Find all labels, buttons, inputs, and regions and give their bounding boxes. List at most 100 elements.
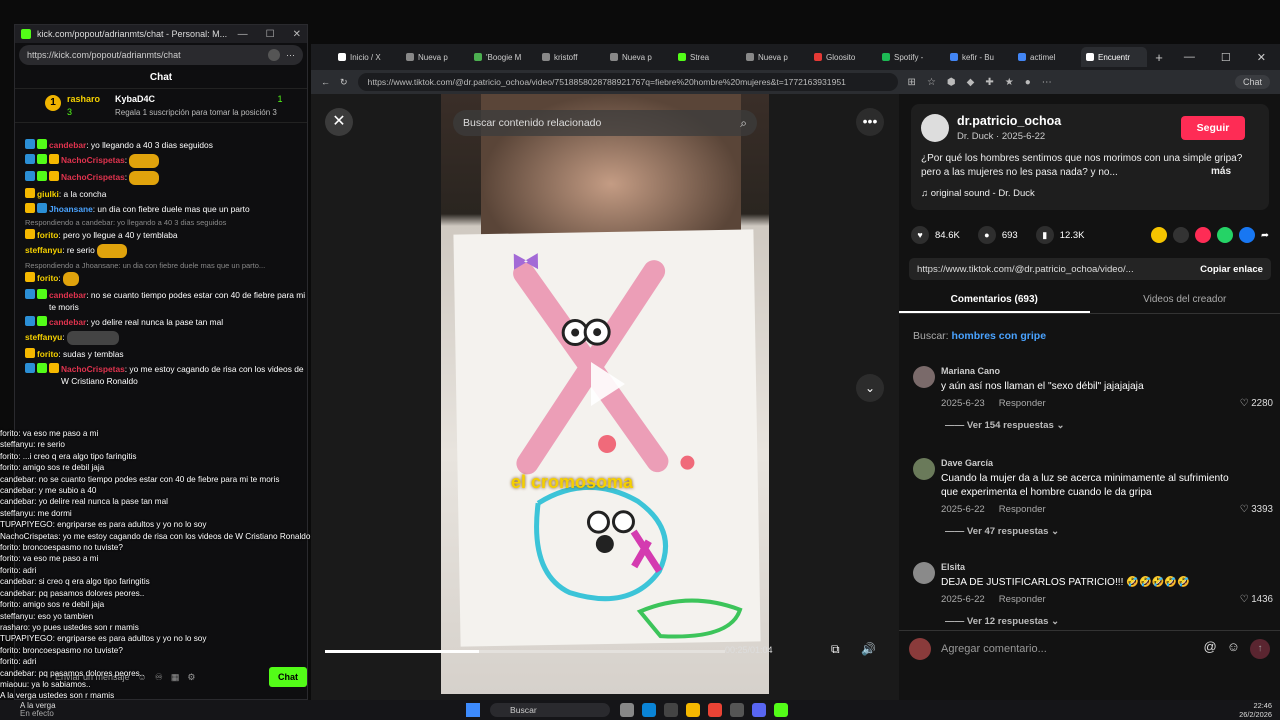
comment-icon[interactable]: ● — [977, 226, 996, 244]
coin-share-icon[interactable] — [1151, 227, 1168, 243]
browser-tab[interactable]: kristoff — [537, 47, 603, 67]
chat-username[interactable]: forito — [37, 273, 58, 283]
chat-username[interactable]: forito — [37, 230, 58, 240]
maximize-icon[interactable]: ☐ — [1221, 51, 1231, 64]
block-icon[interactable] — [268, 49, 280, 61]
volume-icon[interactable]: 🔊 — [861, 642, 876, 656]
obs-icon[interactable] — [730, 703, 744, 717]
new-tab-icon[interactable]: + — [1149, 50, 1169, 65]
like-icon[interactable]: ♥ — [911, 226, 929, 244]
chat-username[interactable]: giulki — [37, 189, 59, 199]
send-icon[interactable] — [1195, 227, 1212, 243]
profile-icon[interactable]: ● — [1025, 77, 1031, 88]
comment-user[interactable]: Mariana Cano — [941, 366, 1000, 376]
author-name[interactable]: dr.patricio_ochoa — [957, 114, 1061, 128]
chat-username[interactable]: NachoCrispetas — [61, 364, 125, 374]
facebook-icon[interactable] — [1239, 227, 1256, 243]
chat-username[interactable]: candebar — [49, 140, 86, 150]
favorites-icon[interactable]: ★ — [1005, 77, 1014, 88]
reply-button[interactable]: Responder — [999, 398, 1046, 409]
avatar[interactable] — [913, 366, 935, 388]
reply-button[interactable]: Responder — [999, 594, 1046, 605]
browser-tab[interactable]: Gloosito — [809, 47, 875, 67]
bookmark-star-icon[interactable]: ☆ — [927, 77, 936, 88]
more-icon[interactable]: ⋯ — [286, 50, 295, 61]
windows-start-icon[interactable] — [466, 703, 480, 717]
chat-username[interactable]: candebar — [49, 290, 86, 300]
comment-user[interactable]: Dave García — [941, 458, 993, 468]
browser-tab[interactable]: Strea — [673, 47, 739, 67]
gift-sub-text[interactable]: Regala 1 suscripción para tomar la posic… — [115, 106, 283, 119]
browser-tab[interactable]: Nueva p — [741, 47, 807, 67]
minimize-icon[interactable]: — — [1184, 51, 1195, 64]
bookmark-icon[interactable]: ▮ — [1035, 226, 1054, 244]
comment-user[interactable]: Elsita — [941, 562, 965, 572]
extension-icon[interactable]: ◆ — [967, 77, 975, 88]
puzzle-icon[interactable]: ✚ — [985, 77, 993, 88]
edge-icon[interactable] — [642, 703, 656, 717]
browser-tab[interactable]: Inicio / X — [333, 47, 399, 67]
second-sub-user[interactable]: KybaD4C — [115, 94, 155, 104]
menu-dots-icon[interactable]: ⋯ — [1042, 77, 1052, 88]
copilot-chat-button[interactable]: Chat — [1234, 75, 1270, 89]
next-video-button[interactable]: ⌄ — [856, 374, 884, 402]
play-icon[interactable] — [591, 362, 625, 406]
chat-username[interactable]: steffanyu — [25, 245, 62, 255]
pip-icon[interactable]: ⧉ — [831, 642, 840, 657]
browser-tab[interactable]: kefir - Bu — [945, 47, 1011, 67]
comment-search-suggestion[interactable]: Buscar: hombres con gripe — [913, 330, 1046, 342]
back-icon[interactable]: ← — [321, 77, 330, 87]
maximize-icon[interactable]: ☐ — [266, 29, 275, 40]
share-arrow-icon[interactable]: ➦ — [1261, 230, 1269, 241]
close-video-button[interactable]: ✕ — [325, 108, 353, 136]
avatar[interactable] — [913, 458, 935, 480]
send-comment-icon[interactable]: ↑ — [1250, 638, 1270, 659]
add-comment-input[interactable]: Agregar comentario... — [941, 643, 1047, 655]
top-sub-user[interactable]: rasharo — [67, 93, 100, 106]
reload-icon[interactable]: ↻ — [340, 77, 348, 88]
close-icon[interactable]: ✕ — [293, 29, 301, 40]
news-widget[interactable]: A la verga En efecto — [20, 702, 56, 718]
taskbar-search[interactable]: Buscar — [490, 703, 610, 717]
author-avatar[interactable] — [921, 114, 949, 142]
more-options-button[interactable]: ••• — [856, 108, 884, 136]
search-icon[interactable]: ⌕ — [740, 116, 747, 131]
whatsapp-icon[interactable] — [1217, 227, 1234, 243]
view-replies-link[interactable]: —— Ver 154 respuestas ⌄ — [945, 420, 1065, 431]
reply-button[interactable]: Responder — [999, 504, 1046, 515]
avatar[interactable] — [913, 562, 935, 584]
taskbar-clock[interactable]: 22:46 26/2/2026 — [1239, 701, 1272, 719]
video-link-text[interactable]: https://www.tiktok.com/@dr.patricio_ocho… — [917, 264, 1134, 275]
embed-icon[interactable] — [1173, 227, 1190, 243]
chat-username[interactable]: forito — [37, 349, 58, 359]
tab-creator-videos[interactable]: Videos del creador — [1090, 290, 1280, 313]
browser-tab[interactable]: Nueva p — [605, 47, 671, 67]
comment-like[interactable]: ♡ 3393 — [1240, 504, 1273, 515]
video-progress-bar[interactable] — [325, 650, 725, 653]
comment-like[interactable]: ♡ 1436 — [1240, 594, 1273, 605]
minimize-icon[interactable]: — — [238, 29, 248, 40]
browser-tab[interactable]: Nueva p — [401, 47, 467, 67]
discord-icon[interactable] — [752, 703, 766, 717]
chat-username[interactable]: steffanyu — [25, 332, 62, 342]
browser-tab[interactable]: Spotify - — [877, 47, 943, 67]
browser-tab[interactable]: actimel — [1013, 47, 1079, 67]
chat-username[interactable]: candebar — [49, 317, 86, 327]
address-bar[interactable]: https://www.tiktok.com/@dr.patricio_ocho… — [357, 73, 898, 91]
description-more-link[interactable]: más — [1211, 166, 1231, 177]
extension-icon[interactable]: ⬢ — [947, 77, 956, 88]
view-replies-link[interactable]: —— Ver 12 respuestas ⌄ — [945, 616, 1059, 626]
chrome-icon[interactable] — [708, 703, 722, 717]
browser-tab[interactable]: 'Boogie M — [469, 47, 535, 67]
extension-icon[interactable]: ⊞ — [908, 77, 916, 88]
view-replies-link[interactable]: —— Ver 47 respuestas ⌄ — [945, 526, 1059, 537]
follow-button[interactable]: Seguir — [1181, 116, 1245, 140]
emoji-icon[interactable]: ☺ — [1227, 639, 1240, 659]
chat-username[interactable]: NachoCrispetas — [61, 172, 125, 182]
sound-link[interactable]: ♫ original sound - Dr. Duck — [921, 188, 1035, 199]
comment-like[interactable]: ♡ 2280 — [1240, 398, 1273, 409]
chat-username[interactable]: NachoCrispetas — [61, 155, 125, 165]
related-search-input[interactable]: Buscar contenido relacionado ⌕ — [453, 110, 757, 136]
close-icon[interactable]: ✕ — [1257, 51, 1266, 64]
copy-link-button[interactable]: Copiar enlace — [1200, 264, 1263, 275]
